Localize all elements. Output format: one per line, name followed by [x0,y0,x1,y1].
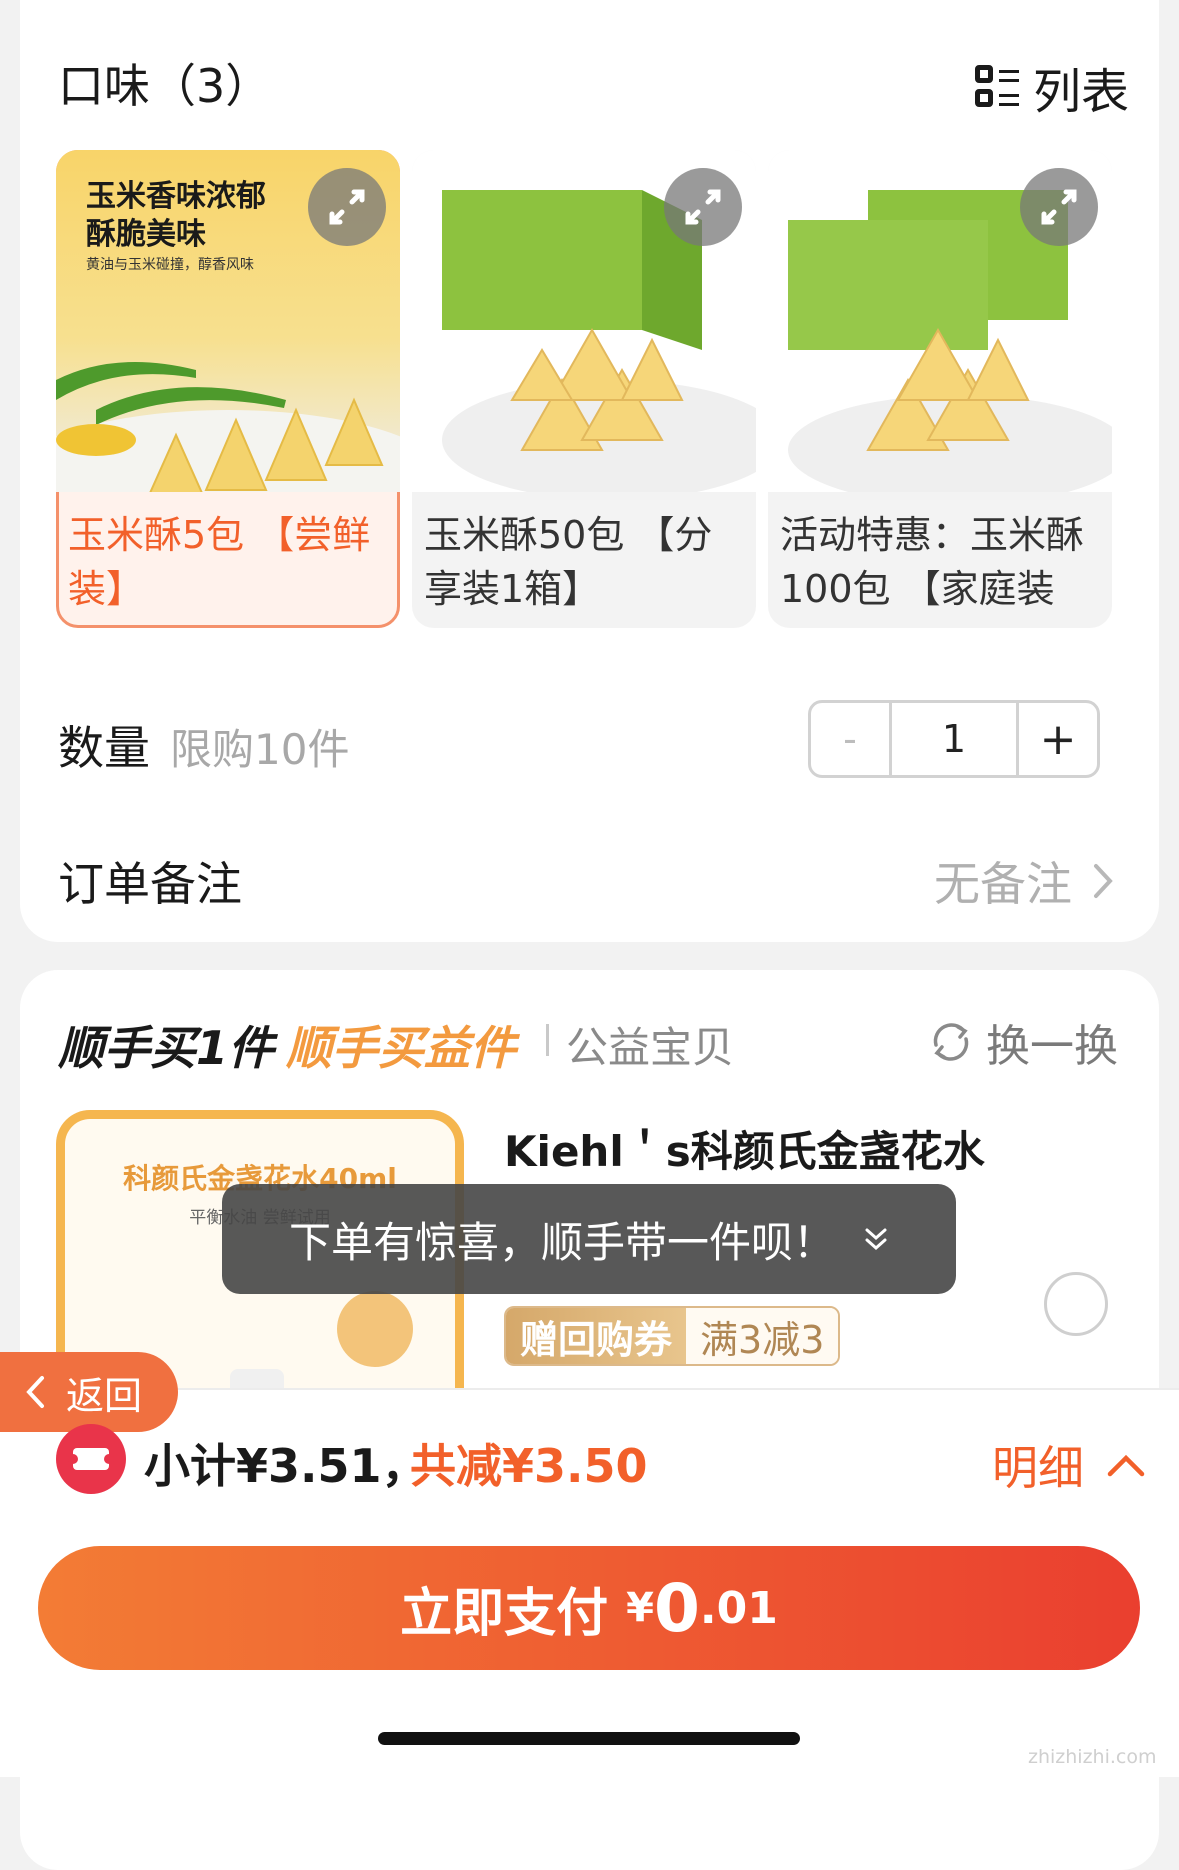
increase-button[interactable]: + [1016,703,1097,775]
variant-label: 玉米酥50包 【分享装1箱】 [424,513,713,611]
back-label: 返回 [66,1373,143,1418]
home-indicator [378,1732,800,1745]
divider [546,1024,549,1056]
pay-amount-decimal: .01 [699,1582,778,1634]
flavor-title: 口味（3） [58,59,272,113]
variant-option-family[interactable]: 活动特惠：玉米酥100包 【家庭装2... [768,150,1112,628]
variant-image [768,150,1112,492]
order-note-value: 无备注 [934,857,1072,911]
coupon-tag: 赠回购券 [506,1308,687,1364]
variant-image-headline: 玉米香味浓郁 酥脆美味 [86,179,266,252]
chevron-right-icon [1094,864,1113,898]
promo-toast[interactable]: 下单有惊喜，顺手带一件呗！ [222,1184,956,1294]
pay-currency: ¥ [626,1585,654,1631]
quantity-label: 数量 [58,721,150,775]
expand-image-button[interactable] [664,168,742,246]
refresh-button[interactable]: 换一换 [928,1010,1118,1074]
variant-image [412,150,756,492]
chevron-down-icon [865,1228,887,1251]
chevron-left-icon [26,1376,44,1408]
expand-image-button[interactable] [308,168,386,246]
list-icon [975,65,1019,109]
pay-now-button[interactable]: 立即支付 ¥ 0 .01 [38,1546,1140,1670]
expand-image-button[interactable] [1020,168,1098,246]
pay-label: 立即支付 [400,1583,609,1644]
chevron-up-icon [1107,1454,1145,1477]
detail-label: 明细 [992,1441,1084,1495]
decrease-button[interactable]: - [811,703,892,775]
refresh-icon [933,1023,969,1061]
variant-label: 玉米酥5包 【尝鲜装】 [68,513,371,611]
order-note-label: 订单备注 [58,857,242,911]
back-button[interactable]: 返回 [0,1352,178,1432]
toast-text: 下单有惊喜，顺手带一件呗！ [288,1217,835,1267]
order-note-row[interactable]: 无备注 [934,848,1114,914]
addon-tag-charity: 顺手买益件 [286,1021,516,1075]
pay-amount-integer: 0 [653,1569,700,1647]
select-radio[interactable] [1044,1272,1108,1336]
list-label: 列表 [1033,64,1130,120]
watermark: zhizhizhi.com [1028,1746,1157,1768]
subtotal-text: 小计¥3.51， [144,1439,428,1493]
coupon-badge: 赠回购券 满3减3 [504,1306,841,1366]
coupon-value: 满3减3 [686,1308,839,1364]
product-title[interactable]: Kiehl＇s科颜氏金盏花水 [504,1118,985,1179]
addon-tag-buy-one: 顺手买1件 [58,1021,275,1075]
discount-text: 共减¥3.50 [410,1439,648,1493]
refresh-label: 换一换 [986,1021,1118,1072]
ticket-icon [56,1424,126,1494]
variant-image-subtext: 黄油与玉米碰撞，醇香风味 [86,257,254,273]
quantity-value[interactable]: 1 [892,703,1016,775]
charity-label: 公益宝贝 [566,1023,735,1072]
variant-label: 活动特惠：玉米酥100包 【家庭装2... [780,513,1085,611]
variant-image: 玉米香味浓郁 酥脆美味 黄油与玉米碰撞，醇香风味 [56,150,400,492]
variant-option-trial[interactable]: 玉米香味浓郁 酥脆美味 黄油与玉米碰撞，醇香风味 玉米酥5包 【尝鲜装】 [56,150,400,628]
purchase-limit: 限购10件 [170,725,350,774]
detail-toggle[interactable]: 明细 [992,1432,1146,1498]
quantity-stepper: - 1 + [808,700,1100,778]
variant-option-share[interactable]: 玉米酥50包 【分享装1箱】 [412,150,756,628]
list-view-toggle[interactable]: 列表 [975,52,1129,122]
